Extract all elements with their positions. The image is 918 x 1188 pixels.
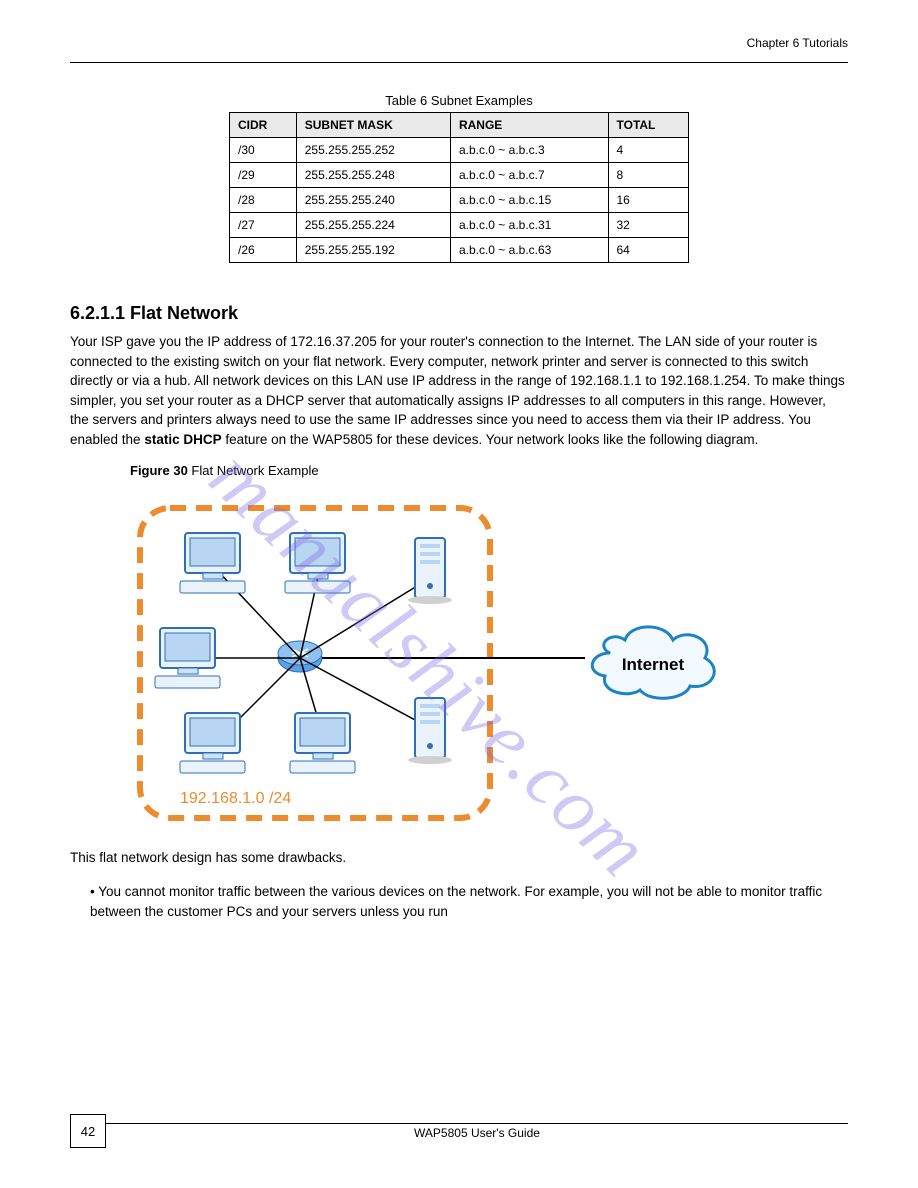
figure-label: Figure 30 bbox=[130, 463, 191, 478]
bullet-item: • You cannot monitor traffic between the… bbox=[90, 882, 848, 921]
th-mask: SUBNET MASK bbox=[296, 113, 450, 138]
subnet-table: CIDR SUBNET MASK RANGE TOTAL /30 255.255… bbox=[229, 112, 689, 263]
th-range: RANGE bbox=[450, 113, 608, 138]
table-caption: Table 6 Subnet Examples bbox=[70, 93, 848, 108]
internet-cloud-icon: Internet bbox=[592, 627, 714, 698]
table-row: /29 255.255.255.248 a.b.c.0 ~ a.b.c.7 8 bbox=[230, 163, 689, 188]
para-text-b: feature on the WAP5805 for these devices… bbox=[225, 432, 758, 447]
server-icon bbox=[408, 698, 452, 764]
page: Chapter 6 Tutorials Table 6 Subnet Examp… bbox=[0, 0, 918, 1188]
drawback-lead: This flat network design has some drawba… bbox=[70, 848, 848, 868]
pc-icon bbox=[155, 628, 220, 688]
para-text-a: Your ISP gave you the IP address of 172.… bbox=[70, 334, 845, 447]
table-row: /26 255.255.255.192 a.b.c.0 ~ a.b.c.63 6… bbox=[230, 238, 689, 263]
para-text-bold: static DHCP bbox=[144, 432, 221, 447]
header-rule bbox=[70, 62, 848, 63]
paragraph-intro: Your ISP gave you the IP address of 172.… bbox=[70, 332, 848, 449]
table-row: /27 255.255.255.224 a.b.c.0 ~ a.b.c.31 3… bbox=[230, 213, 689, 238]
pc-icon bbox=[180, 533, 245, 593]
table-row: /30 255.255.255.252 a.b.c.0 ~ a.b.c.3 4 bbox=[230, 138, 689, 163]
internet-label: Internet bbox=[622, 655, 685, 674]
th-total: TOTAL bbox=[608, 113, 689, 138]
table-header-row: CIDR SUBNET MASK RANGE TOTAL bbox=[230, 113, 689, 138]
figure-network-diagram: manualshive.com bbox=[130, 498, 730, 828]
pc-icon bbox=[180, 713, 245, 773]
chapter-label: Chapter 6 Tutorials bbox=[747, 36, 848, 50]
server-icon bbox=[408, 538, 452, 604]
pc-icon bbox=[285, 533, 350, 593]
network-diagram-svg: Internet 192.168.1.0 /24 bbox=[130, 498, 730, 828]
footer-doc-title: WAP5805 User's Guide bbox=[106, 1126, 848, 1140]
pc-icon bbox=[290, 713, 355, 773]
th-cidr: CIDR bbox=[230, 113, 297, 138]
section-heading: 6.2.1.1 Flat Network bbox=[70, 303, 848, 324]
figure-title: Flat Network Example bbox=[191, 463, 318, 478]
subnet-label: 192.168.1.0 /24 bbox=[180, 790, 291, 807]
figure-caption-line: Figure 30 Flat Network Example bbox=[130, 463, 848, 478]
footer: 42 WAP5805 User's Guide bbox=[70, 1114, 848, 1148]
table-row: /28 255.255.255.240 a.b.c.0 ~ a.b.c.15 1… bbox=[230, 188, 689, 213]
page-number: 42 bbox=[70, 1114, 106, 1148]
